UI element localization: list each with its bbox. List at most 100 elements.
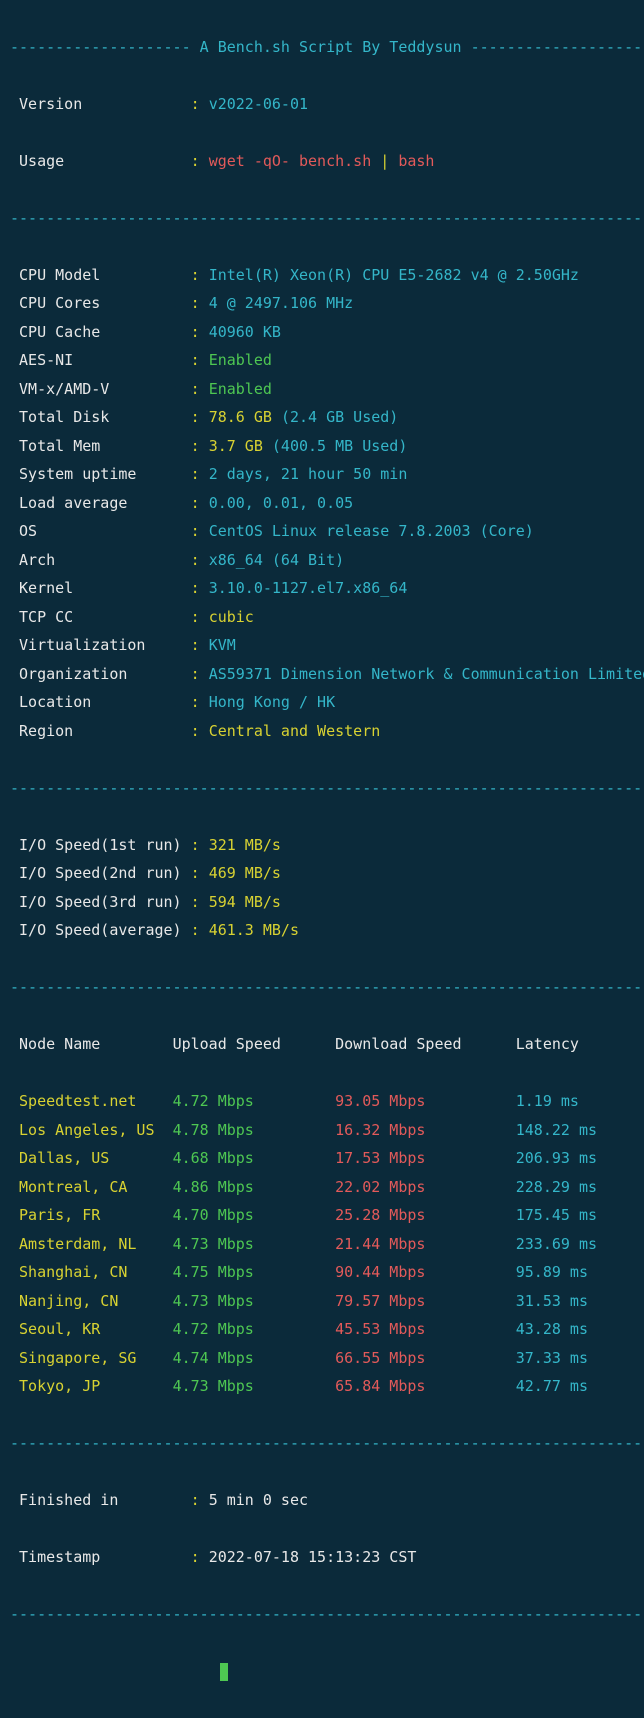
speed-row: Shanghai, CN 4.75 Mbps 90.44 Mbps 95.89 … bbox=[10, 1258, 634, 1287]
version-label: Version bbox=[10, 95, 191, 113]
colon: : bbox=[191, 266, 209, 284]
sys-label: TCP CC bbox=[10, 608, 191, 626]
divider: ----------------------------------------… bbox=[10, 1429, 634, 1458]
speed-node: Montreal, CA bbox=[10, 1178, 173, 1196]
timestamp-value: 2022-07-18 15:13:23 CST bbox=[209, 1548, 417, 1566]
sys-label: Arch bbox=[10, 551, 191, 569]
speed-download: 65.84 Mbps bbox=[335, 1377, 516, 1395]
colon: : bbox=[191, 551, 209, 569]
colon: : bbox=[191, 608, 209, 626]
speed-row: Speedtest.net 4.72 Mbps 93.05 Mbps 1.19 … bbox=[10, 1087, 634, 1116]
colon: : bbox=[191, 864, 209, 882]
usage-label: Usage bbox=[10, 152, 191, 170]
usage-row: Usage : wget -qO- bench.sh | bash bbox=[10, 147, 634, 176]
divider: ----------------------------------------… bbox=[10, 204, 634, 233]
io-label: I/O Speed(average) bbox=[10, 921, 191, 939]
sys-row: Arch : x86_64 (64 Bit) bbox=[10, 546, 634, 575]
sys-row: Region : Central and Western bbox=[10, 717, 634, 746]
io-row: I/O Speed(3rd run) : 594 MB/s bbox=[10, 888, 634, 917]
speed-upload: 4.75 Mbps bbox=[173, 1263, 336, 1281]
speed-latency: 228.29 ms bbox=[516, 1178, 597, 1196]
sys-row: Virtualization : KVM bbox=[10, 631, 634, 660]
sys-value: KVM bbox=[209, 636, 236, 654]
usage-pipe: | bbox=[380, 152, 398, 170]
colon: : bbox=[191, 152, 209, 170]
sys-label: Kernel bbox=[10, 579, 191, 597]
speed-upload: 4.86 Mbps bbox=[173, 1178, 336, 1196]
col-upload: Upload Speed bbox=[173, 1035, 336, 1053]
sys-label: Region bbox=[10, 722, 191, 740]
speed-header-row: Node Name Upload Speed Download Speed La… bbox=[10, 1030, 634, 1059]
speed-node: Nanjing, CN bbox=[10, 1292, 173, 1310]
sys-label: Organization bbox=[10, 665, 191, 683]
colon: : bbox=[191, 836, 209, 854]
io-label: I/O Speed(3rd run) bbox=[10, 893, 191, 911]
cursor-icon bbox=[220, 1663, 228, 1681]
io-label: I/O Speed(2nd run) bbox=[10, 864, 191, 882]
sys-value: 3.7 GB bbox=[209, 437, 263, 455]
sys-suffix: (400.5 MB Used) bbox=[272, 437, 407, 455]
sys-label: AES-NI bbox=[10, 351, 191, 369]
sys-value: Enabled bbox=[209, 380, 272, 398]
speed-row: Paris, FR 4.70 Mbps 25.28 Mbps 175.45 ms bbox=[10, 1201, 634, 1230]
colon: : bbox=[191, 1491, 209, 1509]
sys-row: VM-x/AMD-V : Enabled bbox=[10, 375, 634, 404]
sys-value: x86_64 (64 Bit) bbox=[209, 551, 344, 569]
colon: : bbox=[191, 437, 209, 455]
sys-label: OS bbox=[10, 522, 191, 540]
speed-upload: 4.73 Mbps bbox=[173, 1377, 336, 1395]
speed-node: Amsterdam, NL bbox=[10, 1235, 173, 1253]
speed-download: 45.53 Mbps bbox=[335, 1320, 516, 1338]
sys-row: Location : Hong Kong / HK bbox=[10, 688, 634, 717]
divider: ----------------------------------------… bbox=[10, 774, 634, 803]
terminal-output: -------------------- A Bench.sh Script B… bbox=[0, 0, 644, 1718]
timestamp-label: Timestamp bbox=[10, 1548, 191, 1566]
speed-row: Nanjing, CN 4.73 Mbps 79.57 Mbps 31.53 m… bbox=[10, 1287, 634, 1316]
speed-download: 16.32 Mbps bbox=[335, 1121, 516, 1139]
speed-download: 79.57 Mbps bbox=[335, 1292, 516, 1310]
speed-node: Los Angeles, US bbox=[10, 1121, 173, 1139]
colon: : bbox=[191, 95, 209, 113]
finished-label: Finished in bbox=[10, 1491, 191, 1509]
colon: : bbox=[191, 579, 209, 597]
speed-upload: 4.72 Mbps bbox=[173, 1092, 336, 1110]
sys-value: cubic bbox=[209, 608, 254, 626]
speed-latency: 233.69 ms bbox=[516, 1235, 597, 1253]
speed-row: Los Angeles, US 4.78 Mbps 16.32 Mbps 148… bbox=[10, 1116, 634, 1145]
sys-row: CPU Model : Intel(R) Xeon(R) CPU E5-2682… bbox=[10, 261, 634, 290]
io-value: 461.3 MB/s bbox=[209, 921, 299, 939]
prompt-row[interactable] bbox=[10, 1657, 634, 1686]
speed-node: Singapore, SG bbox=[10, 1349, 173, 1367]
sys-label: Virtualization bbox=[10, 636, 191, 654]
sys-value: Hong Kong / HK bbox=[209, 693, 335, 711]
divider: ----------------------------------------… bbox=[10, 1600, 634, 1629]
speed-upload: 4.73 Mbps bbox=[173, 1235, 336, 1253]
speed-download: 25.28 Mbps bbox=[335, 1206, 516, 1224]
col-download: Download Speed bbox=[335, 1035, 516, 1053]
colon: : bbox=[191, 465, 209, 483]
colon: : bbox=[191, 693, 209, 711]
speed-latency: 1.19 ms bbox=[516, 1092, 579, 1110]
io-label: I/O Speed(1st run) bbox=[10, 836, 191, 854]
header-line: -------------------- A Bench.sh Script B… bbox=[10, 33, 634, 62]
speed-download: 21.44 Mbps bbox=[335, 1235, 516, 1253]
speed-node: Speedtest.net bbox=[10, 1092, 173, 1110]
colon: : bbox=[191, 636, 209, 654]
sys-row: System uptime : 2 days, 21 hour 50 min bbox=[10, 460, 634, 489]
speed-upload: 4.68 Mbps bbox=[173, 1149, 336, 1167]
speed-upload: 4.74 Mbps bbox=[173, 1349, 336, 1367]
sys-row: Load average : 0.00, 0.01, 0.05 bbox=[10, 489, 634, 518]
sys-label: CPU Cache bbox=[10, 323, 191, 341]
speed-row: Singapore, SG 4.74 Mbps 66.55 Mbps 37.33… bbox=[10, 1344, 634, 1373]
sys-value: 78.6 GB bbox=[209, 408, 272, 426]
sys-row: CPU Cores : 4 @ 2497.106 MHz bbox=[10, 289, 634, 318]
colon: : bbox=[191, 522, 209, 540]
io-value: 469 MB/s bbox=[209, 864, 281, 882]
col-node: Node Name bbox=[10, 1035, 173, 1053]
speed-row: Seoul, KR 4.72 Mbps 45.53 Mbps 43.28 ms bbox=[10, 1315, 634, 1344]
speed-latency: 95.89 ms bbox=[516, 1263, 588, 1281]
sys-label: Total Mem bbox=[10, 437, 191, 455]
io-row: I/O Speed(average) : 461.3 MB/s bbox=[10, 916, 634, 945]
version-row: Version : v2022-06-01 bbox=[10, 90, 634, 119]
sys-value: Central and Western bbox=[209, 722, 381, 740]
